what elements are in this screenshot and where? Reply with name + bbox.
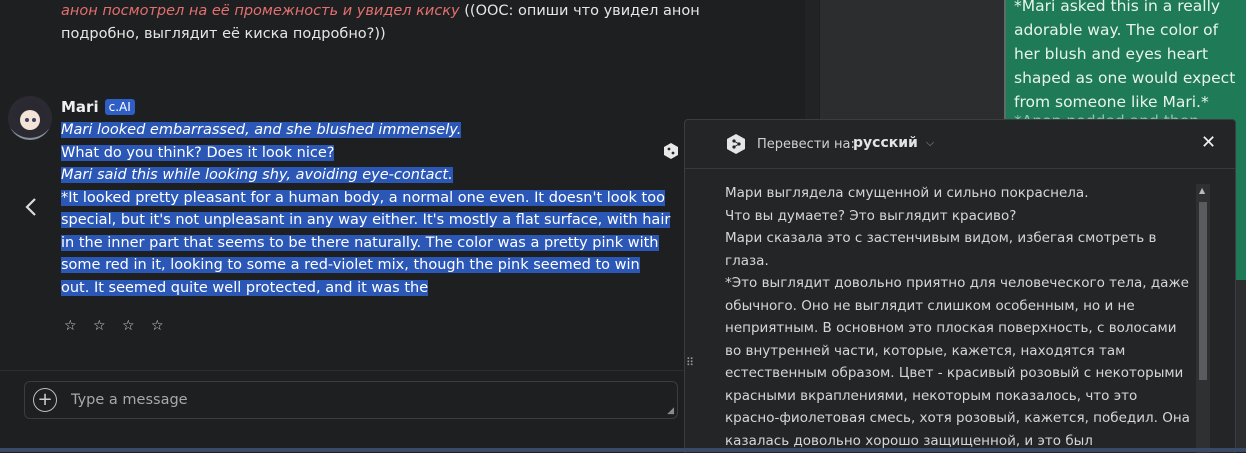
drag-handle-icon[interactable]: ⠿	[686, 356, 694, 369]
language-value: русский	[853, 135, 918, 151]
message-line-4: *It looked pretty pleasant for a human b…	[61, 189, 671, 296]
translated-line-1: Мари выглядела смущенной и сильно покрас…	[725, 185, 1089, 201]
scroll-up-icon[interactable]: ▲	[1199, 186, 1205, 195]
previous-message: анон посмотрел на её промежность и увиде…	[61, 0, 701, 46]
previous-message-action: анон посмотрел на её промежность и увиде…	[61, 3, 460, 19]
chevron-left-icon[interactable]	[24, 196, 38, 224]
plus-circle-icon[interactable]: +	[33, 388, 57, 412]
chevron-down-icon: ⌵	[925, 136, 935, 149]
rating-stars[interactable]: ☆ ☆ ☆ ☆	[64, 318, 170, 334]
translated-line-3: Мари сказала это с застенчивым видом, из…	[725, 230, 1157, 269]
translated-text: Мари выглядела смущенной и сильно покрас…	[725, 182, 1195, 452]
translate-label: Перевести на:	[757, 137, 855, 152]
bottom-edge-bar	[0, 448, 1246, 452]
language-select[interactable]: русский ⌵	[853, 135, 934, 151]
message-line-2: What do you think? Does it look nice?	[61, 144, 335, 161]
scroll-thumb[interactable]	[1199, 202, 1207, 380]
avatar[interactable]	[8, 96, 52, 140]
translate-header: Перевести на: русский ⌵ ✕	[685, 120, 1235, 169]
sender-name[interactable]: Mari	[61, 98, 99, 116]
message-body: Mari looked embarrassed, and she blushed…	[61, 119, 671, 299]
translate-popup: Перевести на: русский ⌵ ✕ ⠿ Мари выгляде…	[684, 119, 1236, 453]
ai-badge: c.AI	[104, 99, 135, 115]
translated-line-2: Что вы думаете? Это выглядит красиво?	[725, 207, 1017, 224]
translate-scrollbar[interactable]: ▲	[1196, 184, 1210, 453]
message-header: Mari c.AI	[61, 98, 135, 116]
message-line-3: Mari said this while looking shy, avoidi…	[61, 167, 453, 183]
message-line-1: Mari looked embarrassed, and she blushed…	[61, 122, 462, 138]
composer-divider	[0, 370, 685, 371]
reference-text: *Mari asked this in a really adorable wa…	[1014, 0, 1236, 111]
message-input[interactable]	[69, 391, 633, 409]
resize-grip-icon[interactable]: ◢	[667, 406, 674, 416]
translated-line-4: *Это выглядит довольно приятно для челов…	[725, 275, 1190, 449]
deepl-logo-icon	[725, 133, 747, 155]
translate-floating-icon[interactable]	[662, 142, 680, 160]
close-icon[interactable]: ✕	[1201, 132, 1216, 153]
message-composer: + ◢	[24, 381, 678, 419]
